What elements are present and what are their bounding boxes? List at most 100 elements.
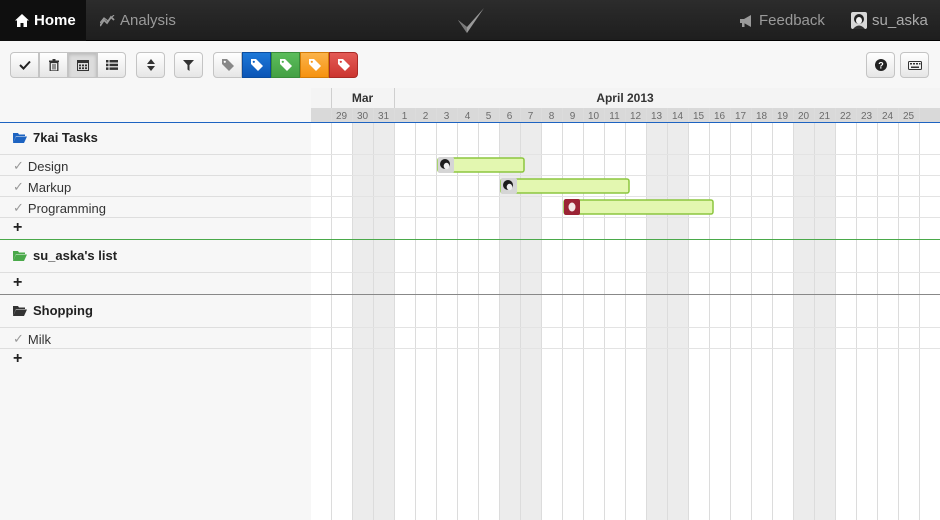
gantt-canvas: Mar April 201329 30 31 1 2 3 4 5 6 7 8 9 10 11 12 13 14 15…	[311, 88, 940, 520]
weekend-column	[793, 108, 814, 520]
tag-filter-gray[interactable]	[213, 52, 242, 78]
check-icon[interactable]: ✓	[13, 158, 24, 174]
gantt-timeline: Mar April 2013 29 30 31 1 2 3 4 5 6 7 8 9 10 11 12 13 14 15…	[311, 88, 940, 520]
calendar-view-button[interactable]	[68, 52, 97, 78]
task-list-panel: 7kai Tasks ✓ Design ✓ Markup ✓ Programmi…	[0, 88, 311, 520]
nav-feedback-label: Feedback	[759, 12, 825, 29]
task-bar[interactable]	[563, 199, 714, 215]
day-label: 15	[693, 111, 705, 122]
day-label: 12	[630, 111, 642, 122]
day-label: 11	[609, 111, 620, 122]
task-row-programming[interactable]: ✓ Programming	[13, 200, 106, 216]
add-task-button[interactable]: +	[13, 350, 22, 368]
calendar-icon	[76, 60, 89, 71]
assignee-avatar-face	[568, 202, 576, 212]
nav-user-label: su_aska	[872, 12, 928, 29]
row-divider	[0, 175, 311, 176]
day-label: 24	[882, 111, 894, 122]
tag-filter-orange[interactable]	[300, 52, 329, 78]
day-label: 25	[903, 111, 915, 122]
nav-home[interactable]: Home	[0, 0, 86, 41]
svg-text:?: ?	[878, 60, 884, 70]
group-header-shopping[interactable]: Shopping	[13, 303, 93, 318]
day-label: 1	[402, 111, 408, 122]
row-divider	[0, 196, 311, 197]
nav-analysis[interactable]: Analysis	[100, 0, 176, 41]
add-task-button[interactable]: +	[13, 274, 22, 292]
group-header-7kai-tasks[interactable]: 7kai Tasks	[13, 130, 98, 145]
day-label: 13	[651, 111, 663, 122]
help-button[interactable]: ?	[866, 52, 895, 78]
day-label: 29	[336, 111, 348, 122]
sort-button[interactable]	[136, 52, 165, 78]
group-title: Shopping	[33, 303, 93, 318]
trash-button[interactable]	[39, 52, 68, 78]
tag-filter-green[interactable]	[271, 52, 300, 78]
day-label: 3	[444, 111, 450, 122]
trash-icon	[48, 59, 59, 71]
filter-button[interactable]	[174, 52, 203, 78]
complete-button[interactable]	[10, 52, 39, 78]
megaphone-icon	[740, 14, 751, 27]
day-label: 6	[507, 111, 513, 122]
group-divider	[0, 239, 311, 240]
task-row-design[interactable]: ✓ Design	[13, 158, 68, 174]
list-icon	[105, 60, 118, 70]
month-label: April 2013	[596, 91, 654, 105]
task-name: Milk	[27, 331, 52, 347]
folder-open-icon	[13, 306, 27, 316]
add-task-button[interactable]: +	[13, 219, 22, 237]
folder-open-icon	[13, 251, 27, 261]
day-label: 5	[486, 111, 492, 122]
group-divider	[0, 294, 311, 295]
task-name: Markup	[27, 179, 72, 195]
tag-icon	[308, 59, 321, 71]
check-icon[interactable]: ✓	[13, 331, 24, 347]
row-divider	[0, 272, 311, 273]
check-icon[interactable]: ✓	[13, 179, 24, 195]
tag-icon	[221, 59, 234, 71]
assignee-avatar-face	[443, 162, 450, 170]
keyboard-icon	[907, 60, 922, 70]
tag-filter-red[interactable]	[329, 52, 358, 78]
month-label: Mar	[352, 91, 374, 105]
tag-filter-blue[interactable]	[242, 52, 271, 78]
row-divider	[0, 327, 311, 328]
weekend-column	[352, 108, 373, 520]
nav-home-label: Home	[34, 12, 76, 29]
group-header-su-aska-list[interactable]: su_aska's list	[13, 248, 117, 263]
day-label: 30	[357, 111, 369, 122]
filter-icon	[183, 59, 194, 71]
group-title: 7kai Tasks	[33, 130, 98, 145]
day-label: 17	[735, 111, 747, 122]
task-row-milk[interactable]: ✓ Milk	[13, 331, 51, 347]
day-label: 22	[840, 111, 852, 122]
day-label: 9	[570, 111, 576, 122]
row-divider	[0, 217, 311, 218]
day-label: 21	[819, 111, 831, 122]
day-label: 31	[378, 111, 390, 122]
logo-check-icon[interactable]	[456, 6, 486, 36]
help-icon: ?	[874, 59, 887, 71]
avatar-icon	[851, 12, 867, 29]
keyboard-shortcuts-button[interactable]	[900, 52, 929, 78]
nav-feedback[interactable]: Feedback	[740, 0, 825, 41]
chart-icon	[100, 14, 115, 26]
group-divider	[0, 122, 311, 123]
check-icon[interactable]: ✓	[13, 200, 24, 216]
weekend-column	[373, 108, 394, 520]
day-label: 4	[465, 111, 471, 122]
nav-user[interactable]: su_aska	[851, 0, 928, 41]
folder-open-icon	[13, 133, 27, 143]
task-bar[interactable]	[500, 178, 630, 194]
day-label: 16	[714, 111, 726, 122]
check-icon	[18, 60, 31, 70]
weekend-column	[814, 108, 835, 520]
assignee-avatar-face	[506, 183, 513, 191]
task-row-markup[interactable]: ✓ Markup	[13, 179, 71, 195]
row-divider	[0, 348, 311, 349]
group-title: su_aska's list	[33, 248, 118, 263]
list-view-button[interactable]	[97, 52, 126, 78]
day-label: 2	[423, 111, 429, 122]
task-name: Programming	[27, 200, 106, 216]
